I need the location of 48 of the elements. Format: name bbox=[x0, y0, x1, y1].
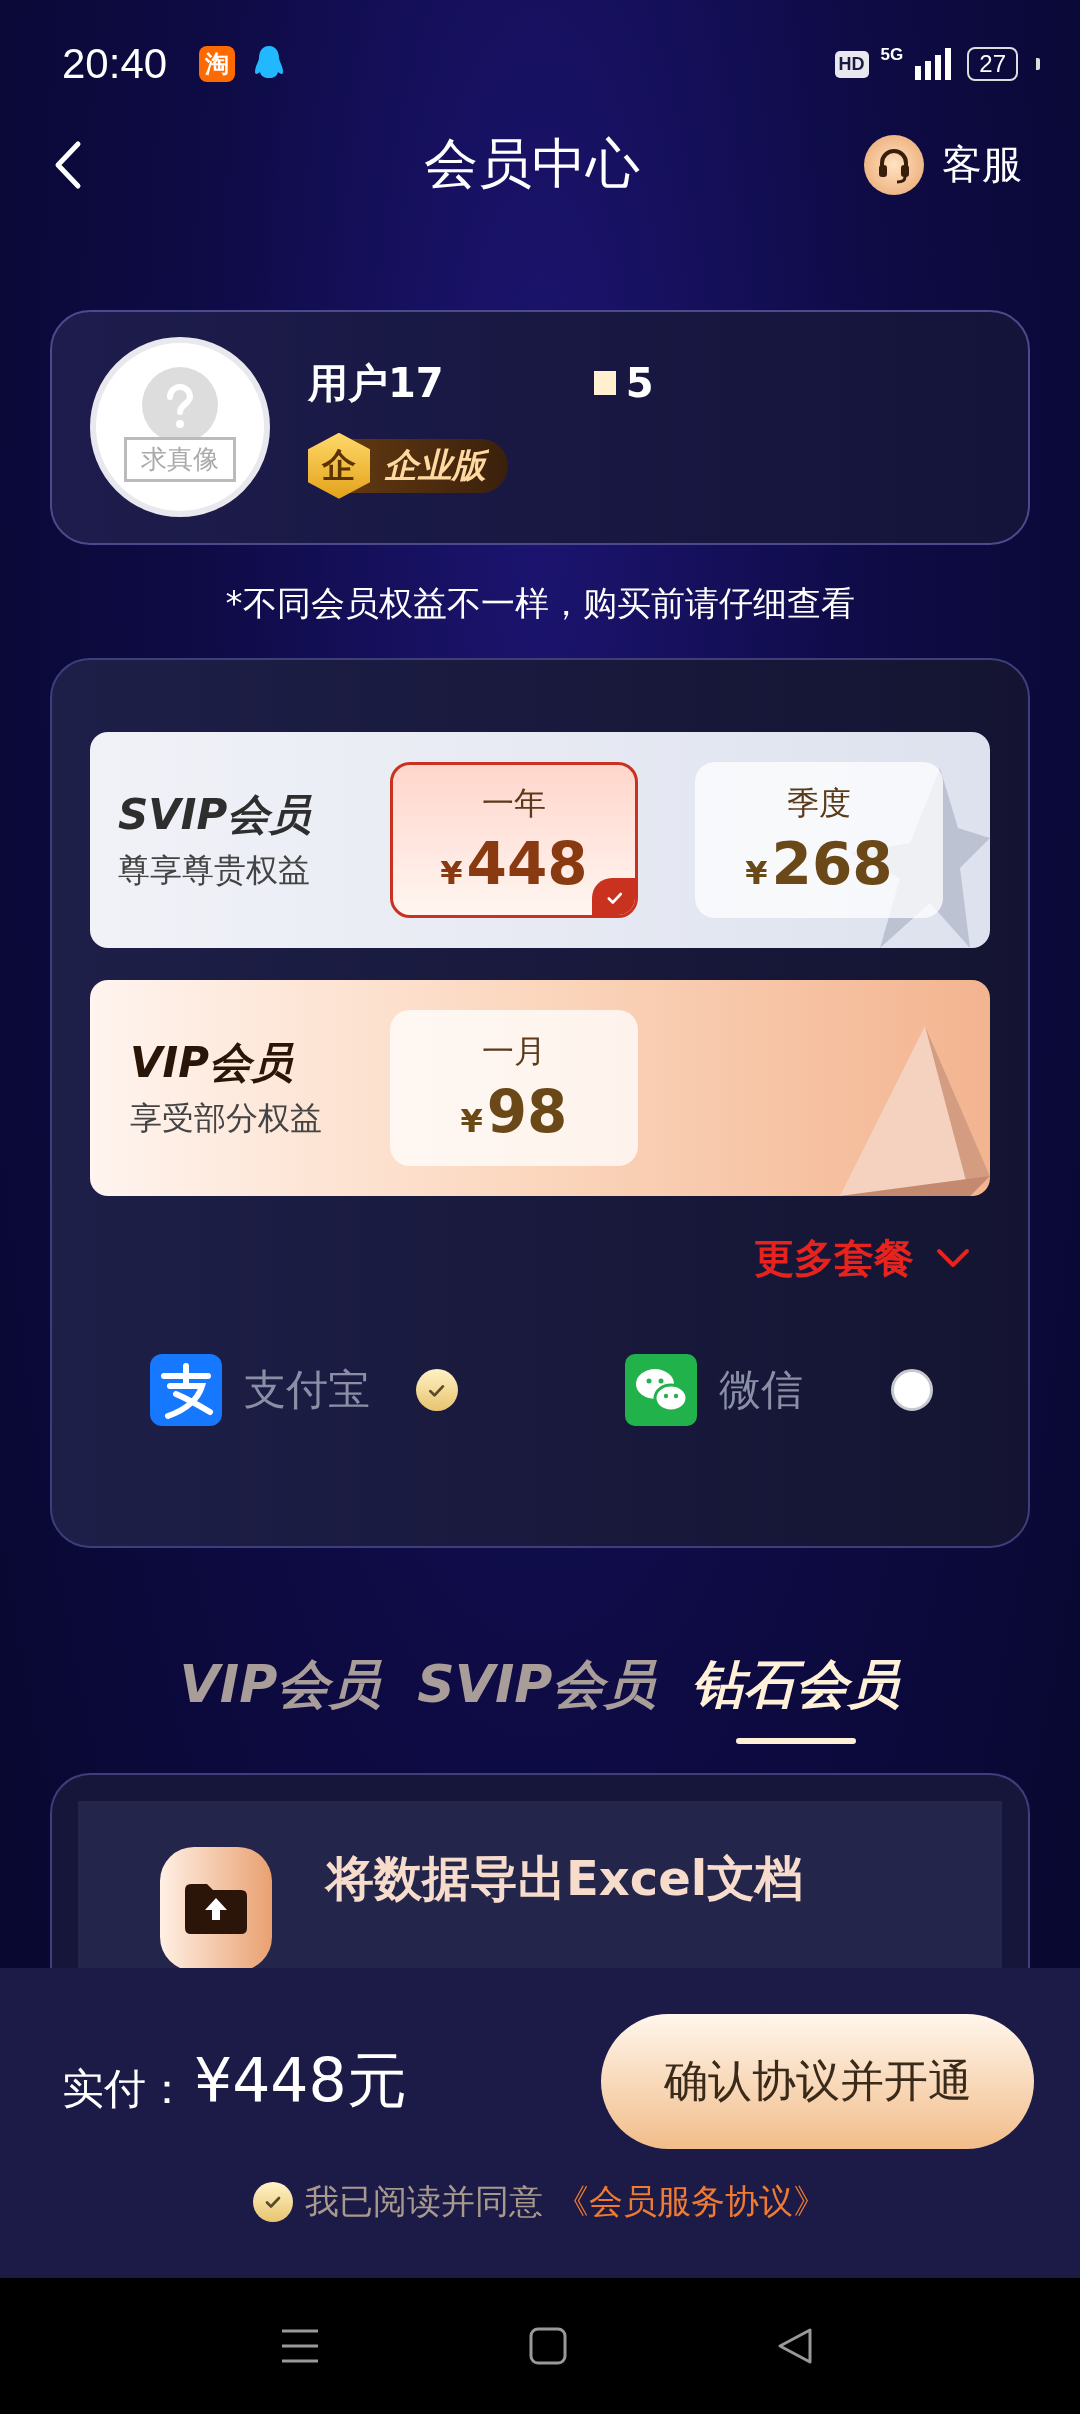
user-name-tail: 5 bbox=[625, 360, 654, 407]
back-triangle-icon[interactable] bbox=[777, 2327, 813, 2365]
plan-title: VIP会员 bbox=[129, 1037, 295, 1090]
avatar-sign-text: 求真像 bbox=[124, 436, 236, 482]
more-plans-button[interactable]: 更多套餐 bbox=[754, 1230, 970, 1286]
menu-icon[interactable] bbox=[281, 2328, 319, 2364]
battery-indicator: 27 bbox=[967, 47, 1018, 81]
agreement-checkbox[interactable] bbox=[253, 2182, 293, 2222]
export-folder-icon bbox=[160, 1846, 272, 1968]
price-text: ¥448 bbox=[440, 830, 588, 899]
confirm-purchase-button[interactable]: 确认协议并开通 bbox=[601, 2014, 1034, 2149]
network-type-label: 5G bbox=[880, 45, 904, 65]
period-label: 一年 bbox=[482, 783, 546, 825]
chevron-down-icon bbox=[936, 1248, 970, 1269]
user-name: 用户17 bbox=[308, 358, 444, 408]
redaction-block bbox=[593, 371, 616, 396]
clock-time: 20:40 bbox=[62, 40, 168, 88]
agreement-text: 我已阅读并同意 bbox=[305, 2180, 543, 2223]
headset-icon bbox=[864, 135, 924, 195]
customer-service-button[interactable]: 客服 bbox=[864, 135, 1022, 195]
payment-option[interactable]: 支付宝 bbox=[150, 1354, 458, 1427]
notice-text: *不同会员权益不一样，购买前请仔细查看 bbox=[225, 582, 855, 623]
selected-check-icon bbox=[592, 878, 635, 916]
price-text: ¥98 bbox=[460, 1078, 568, 1147]
wechat-icon bbox=[625, 1354, 697, 1427]
plan-subtitle: 享受部分权益 bbox=[129, 1098, 323, 1140]
tier-tab[interactable]: 钻石会员 bbox=[692, 1649, 901, 1750]
tier-tab[interactable]: SVIP会员 bbox=[417, 1649, 657, 1750]
price-option[interactable]: 季度 ¥268 bbox=[695, 762, 943, 919]
feature-title: 将数据导出Excel文档 bbox=[326, 1848, 804, 1908]
tier-tab[interactable]: VIP会员 bbox=[179, 1649, 382, 1750]
page-title: 会员中心 bbox=[424, 131, 640, 198]
amount-label: 实付： bbox=[62, 2062, 188, 2115]
plan-title: SVIP会员 bbox=[118, 789, 313, 842]
home-square-icon[interactable] bbox=[529, 2327, 567, 2365]
price-text: ¥268 bbox=[745, 830, 893, 899]
payment-option[interactable]: 微信 bbox=[625, 1354, 933, 1427]
amount-value: ¥448元 bbox=[194, 2044, 407, 2117]
shopping-app-notification-icon: 淘 bbox=[199, 46, 236, 82]
price-option[interactable]: 一年 ¥448 bbox=[390, 762, 638, 919]
period-label: 一月 bbox=[482, 1031, 546, 1073]
alipay-icon bbox=[150, 1354, 222, 1427]
plan-subtitle: 尊享尊贵权益 bbox=[118, 850, 311, 892]
period-label: 季度 bbox=[787, 783, 851, 825]
badge-emblem: 企 bbox=[308, 432, 370, 499]
agreement-link[interactable]: 《会员服务协议》 bbox=[555, 2179, 827, 2225]
hd-voice-indicator: HD bbox=[834, 50, 869, 78]
price-option[interactable]: 一月 ¥98 bbox=[390, 1010, 638, 1167]
